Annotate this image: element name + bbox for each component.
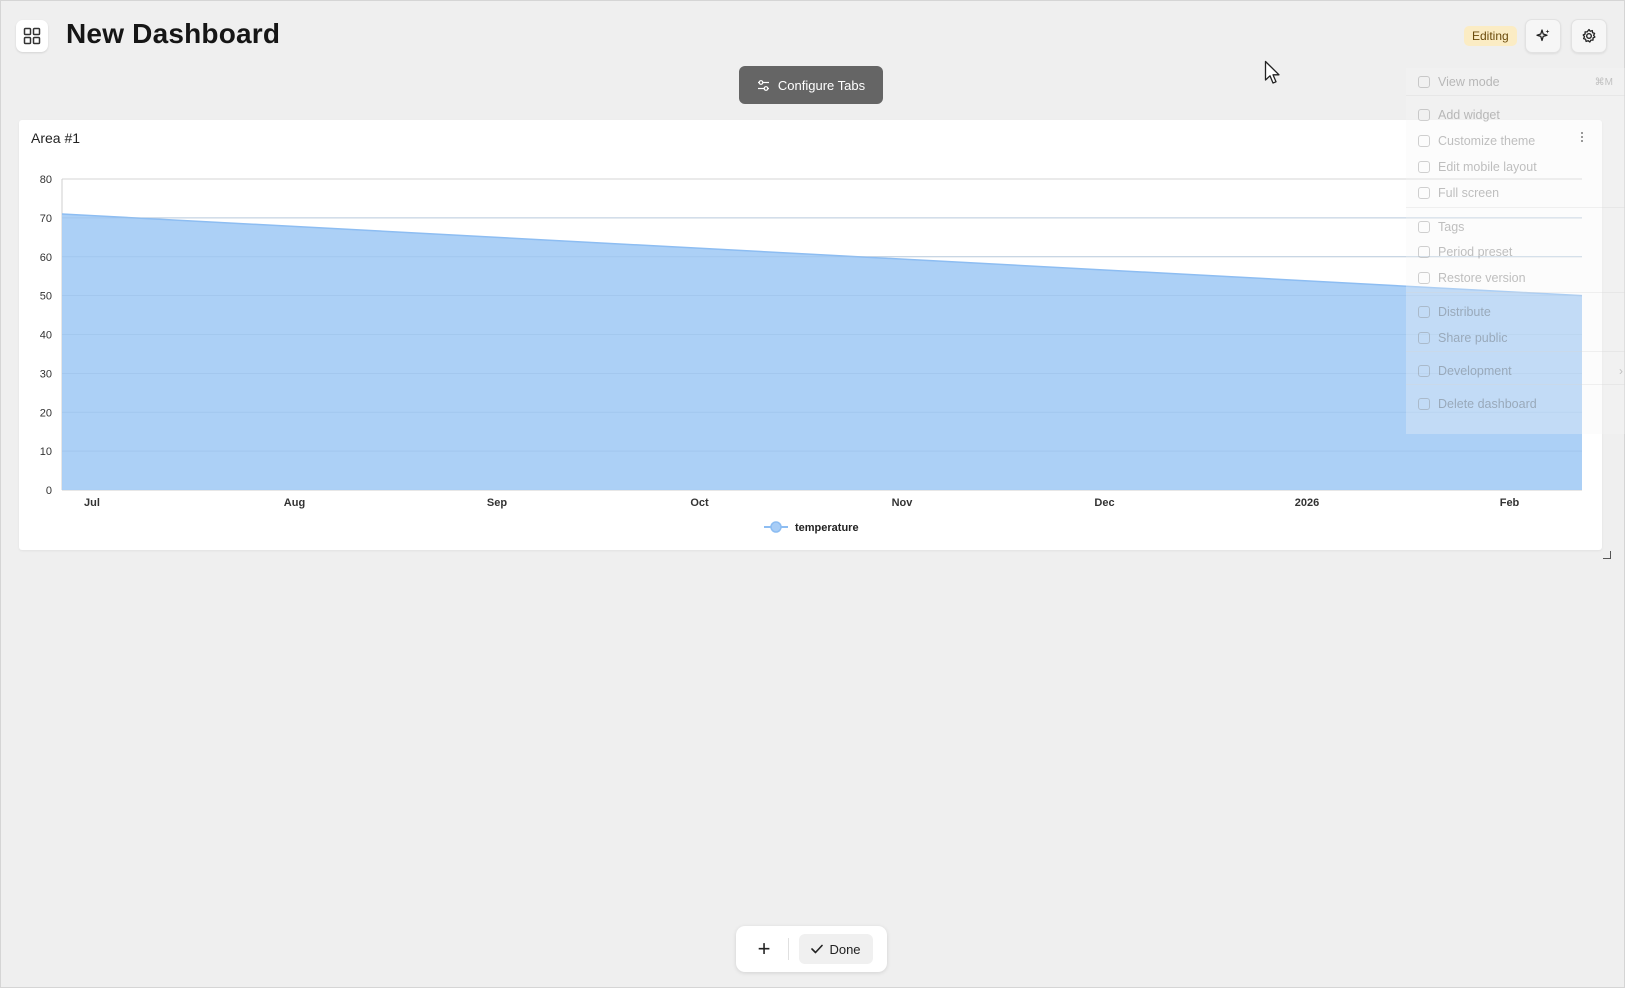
- menu-item-label: Tags: [1438, 220, 1465, 234]
- menu-item-label: Period preset: [1438, 245, 1513, 259]
- sparkle-icon: [1536, 29, 1550, 42]
- bug-icon: [1418, 365, 1430, 377]
- menu-item-label: Distribute: [1438, 305, 1491, 319]
- area-chart: 0 10 20 30 40 50 60 70 80 Jul Aug Sep Oct Nov Dec 2026 F…: [40, 174, 1583, 534]
- y-tick-label: 40: [40, 330, 52, 342]
- menu-item-share-public[interactable]: Share public: [1406, 326, 1625, 350]
- menu-item-label: Edit mobile layout: [1438, 160, 1537, 174]
- x-tick-label: Aug: [284, 497, 305, 509]
- mouse-cursor-icon: [1264, 60, 1280, 84]
- menu-item-add-widget[interactable]: Add widget: [1406, 103, 1625, 127]
- globe-icon: [1418, 332, 1430, 344]
- history-icon: [1418, 272, 1430, 284]
- sliders-icon: [757, 79, 769, 91]
- legend-marker: [770, 521, 782, 533]
- menu-item-tags[interactable]: Tags: [1406, 215, 1625, 239]
- menu-item-label: Restore version: [1438, 271, 1526, 285]
- menu-item-label: Add widget: [1438, 108, 1500, 122]
- y-tick-label: 50: [40, 291, 52, 303]
- gear-icon: [1582, 28, 1596, 43]
- tag-icon: [1418, 221, 1430, 233]
- eye-icon: [1418, 76, 1430, 88]
- editing-status-badge: Editing: [1464, 26, 1517, 46]
- configure-tabs-label: Configure Tabs: [777, 77, 866, 93]
- x-tick-label: Feb: [1500, 497, 1520, 509]
- share-nodes-icon: [1418, 306, 1430, 318]
- menu-item-customize-theme[interactable]: Customize theme: [1406, 129, 1625, 153]
- done-button[interactable]: Done: [799, 934, 873, 964]
- x-tick-label: Sep: [487, 497, 507, 509]
- x-tick-label: Oct: [690, 497, 709, 509]
- done-label: Done: [829, 941, 861, 957]
- y-tick-label: 20: [40, 407, 52, 419]
- apps-grid-button[interactable]: [16, 20, 48, 52]
- menu-item-development[interactable]: Development ›: [1406, 359, 1625, 383]
- menu-item-delete-dashboard[interactable]: Delete dashboard: [1406, 392, 1625, 416]
- check-icon: [811, 944, 824, 954]
- menu-separator: [1406, 384, 1625, 385]
- y-tick-label: 80: [40, 174, 52, 186]
- chevron-right-icon: ›: [1619, 364, 1623, 378]
- menu-separator: [1406, 292, 1625, 293]
- menu-separator: [1406, 207, 1625, 208]
- toolbar-divider: [788, 938, 789, 960]
- x-tick-label: Jul: [84, 497, 100, 509]
- trash-icon: [1418, 398, 1430, 410]
- edit-toolbar: + Done: [736, 926, 887, 972]
- grid-icon: [23, 27, 41, 45]
- expand-icon: [1418, 187, 1430, 199]
- widget-resize-handle[interactable]: [1603, 551, 1611, 559]
- palette-icon: [1418, 135, 1430, 147]
- menu-item-label: View mode: [1438, 75, 1500, 89]
- menu-item-label: Customize theme: [1438, 134, 1536, 148]
- y-tick-label: 60: [40, 252, 52, 264]
- x-tick-label: 2026: [1295, 497, 1319, 509]
- y-tick-label: 30: [40, 368, 52, 380]
- y-tick-label: 0: [46, 485, 52, 497]
- configure-tabs-button[interactable]: Configure Tabs: [739, 66, 883, 104]
- menu-item-view-mode[interactable]: View mode ⌘M: [1406, 70, 1625, 94]
- y-tick-label: 10: [40, 446, 52, 458]
- add-widget-button[interactable]: +: [749, 934, 779, 964]
- dashboard-settings-menu: View mode ⌘M Add widget Customize theme Edit…: [1406, 68, 1625, 434]
- plus-icon: [1418, 109, 1430, 121]
- page-title: New Dashboard: [66, 18, 281, 49]
- legend-label: temperature: [795, 522, 859, 534]
- mobile-icon: [1418, 161, 1430, 173]
- x-tick-label: Nov: [892, 497, 914, 509]
- menu-item-edit-mobile-layout[interactable]: Edit mobile layout: [1406, 155, 1625, 179]
- ai-assist-button[interactable]: [1525, 19, 1561, 53]
- area-chart-widget[interactable]: Area #1 0 10 20 30 40 50 60 70 80 Jul Aug Sep Oct Nov…: [19, 120, 1602, 550]
- menu-item-distribute[interactable]: Distribute: [1406, 300, 1625, 324]
- menu-item-label: Share public: [1438, 331, 1508, 345]
- menu-item-shortcut: ⌘M: [1594, 76, 1613, 88]
- y-tick-label: 70: [40, 213, 52, 225]
- menu-separator: [1406, 351, 1625, 352]
- menu-item-restore-version[interactable]: Restore version: [1406, 266, 1625, 290]
- menu-separator: [1406, 95, 1625, 96]
- x-tick-label: Dec: [1094, 497, 1114, 509]
- menu-item-full-screen[interactable]: Full screen: [1406, 181, 1625, 205]
- menu-item-label: Development: [1438, 364, 1512, 378]
- settings-button[interactable]: [1571, 19, 1607, 53]
- menu-item-label: Full screen: [1438, 186, 1500, 200]
- menu-item-label: Delete dashboard: [1438, 397, 1537, 411]
- calendar-icon: [1418, 246, 1430, 258]
- menu-item-period-preset[interactable]: Period preset: [1406, 240, 1625, 264]
